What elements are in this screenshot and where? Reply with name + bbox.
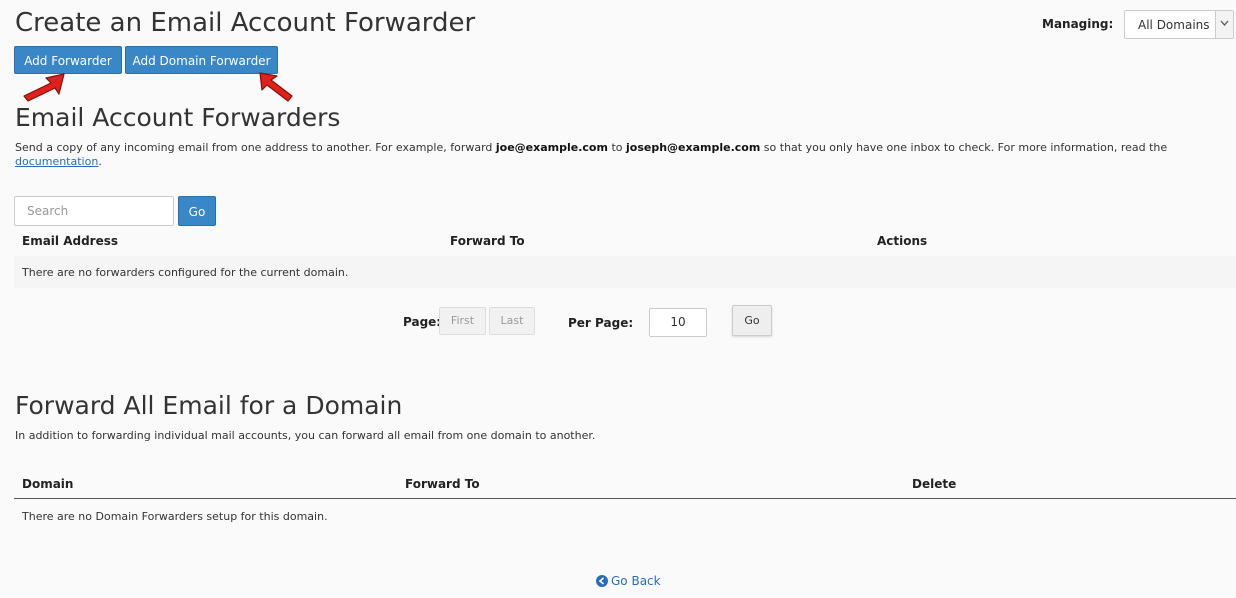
no-forwarders-message: There are no forwarders configured for t… <box>22 266 349 279</box>
last-page-button[interactable]: Last <box>489 307 535 335</box>
column-header-domain: Domain <box>22 477 74 491</box>
no-domain-forwarders-message: There are no Domain Forwarders setup for… <box>22 510 328 523</box>
column-header-forward-to: Forward To <box>450 234 525 248</box>
column-header-delete: Delete <box>912 477 957 491</box>
managing-label: Managing: <box>1042 17 1114 31</box>
per-page-go-button[interactable]: Go <box>732 305 772 336</box>
column-header-domain-forward-to: Forward To <box>405 477 480 491</box>
domain-forwarders-description: In addition to forwarding individual mai… <box>15 429 596 442</box>
first-page-button[interactable]: First <box>439 307 486 335</box>
go-back-link[interactable]: Go Back <box>596 574 661 588</box>
select-caret <box>1215 11 1233 38</box>
per-page-input[interactable]: 10 <box>649 308 707 337</box>
page-title: Create an Email Account Forwarder <box>15 8 476 38</box>
table-divider <box>14 498 1236 499</box>
search-input[interactable]: Search <box>14 196 174 226</box>
documentation-link[interactable]: documentation <box>15 155 98 168</box>
red-arrow-icon <box>23 73 65 102</box>
account-forwarders-description: Send a copy of any incoming email from o… <box>15 141 1168 168</box>
forward-all-email-heading: Forward All Email for a Domain <box>15 391 403 420</box>
column-header-actions: Actions <box>877 234 928 248</box>
search-go-button[interactable]: Go <box>178 196 216 226</box>
email-account-forwarders-heading: Email Account Forwarders <box>15 103 341 132</box>
page-label: Page: <box>403 315 442 329</box>
managing-select[interactable]: All Domains <box>1124 10 1234 39</box>
page: Create an Email Account Forwarder Managi… <box>0 0 1236 598</box>
column-header-email-address: Email Address <box>22 234 119 248</box>
circle-arrow-left-icon <box>596 575 608 587</box>
chevron-down-icon <box>1220 20 1229 26</box>
per-page-label: Per Page: <box>568 316 634 330</box>
managing-select-value: All Domains <box>1138 18 1210 32</box>
red-arrow-icon <box>259 72 293 102</box>
